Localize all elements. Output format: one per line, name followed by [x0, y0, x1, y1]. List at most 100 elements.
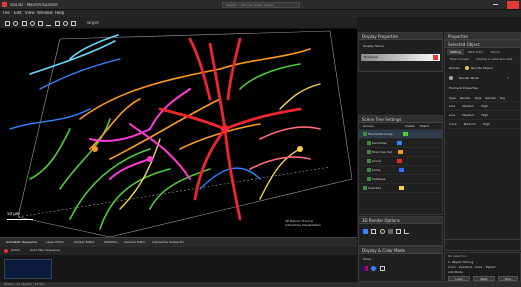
axis-icon[interactable]	[404, 228, 410, 234]
tab-interactive[interactable]: Interactive Subsector	[152, 241, 184, 244]
display-panel-header: Display Properties	[359, 33, 442, 40]
scene-panel-title: Scene Tree Settings	[362, 117, 402, 122]
tab-animation[interactable]: Animation Sequence	[6, 241, 37, 244]
reset-icon[interactable]	[62, 20, 68, 26]
display-label: Display Name	[363, 45, 384, 48]
tab-toolbar-editor[interactable]: Toolbar Editor	[74, 241, 95, 244]
table-row[interactable]: Line Medium High	[447, 111, 520, 120]
tab-setting[interactable]: Setting	[447, 49, 464, 55]
fit-icon[interactable]	[71, 20, 77, 26]
filament-section: Filament Properties	[449, 87, 478, 90]
minimize-icon[interactable]	[493, 4, 498, 5]
side-panel-title: Properties	[448, 34, 469, 39]
load-button[interactable]: Load	[448, 276, 470, 281]
visibility-check[interactable]	[363, 186, 367, 190]
scene-col-groups: Groups	[363, 124, 374, 128]
properties-title: Selected Object	[448, 42, 480, 47]
scene-columns: Groups Visible Object	[359, 123, 442, 130]
status-bar: Ready | 12 objects | 54 fps	[0, 282, 521, 287]
record-icon[interactable]	[4, 249, 8, 253]
light-icon[interactable]	[379, 228, 385, 234]
side-line-b: Color - Gradient - Color - Export	[448, 266, 496, 269]
side-panel-header: Properties	[445, 33, 520, 40]
properties-tabs: Setting Path Color Tracer	[447, 49, 520, 55]
scene-panel-header: Scene Tree Settings	[359, 116, 442, 123]
scene-row[interactable]: Axons	[359, 157, 442, 166]
tab-tracer[interactable]: Tracer	[488, 49, 503, 55]
subtab-fiber[interactable]: Fiber Groups	[447, 56, 472, 62]
menu-bar: File Edit View Window Help	[0, 10, 521, 17]
visibility-check[interactable]	[363, 132, 367, 136]
menu-item-file[interactable]: File	[3, 11, 10, 15]
render-panel: 3D Render Options	[358, 216, 443, 246]
3d-viewport[interactable]: 50 µm 3D Neuron Tracing Interactive Visu…	[0, 29, 357, 237]
palette-icon[interactable]	[371, 265, 377, 271]
bottom-label-b: Auto Play Sequence	[30, 249, 60, 252]
measure-icon[interactable]	[46, 21, 52, 26]
render-toggle-icon[interactable]	[465, 66, 469, 70]
user-icon	[449, 76, 453, 80]
color-chip[interactable]	[397, 150, 403, 154]
scene-row[interactable]: Branches Set	[359, 148, 442, 157]
scene-row[interactable]: Subtrees	[359, 175, 442, 184]
shade-icon[interactable]	[387, 228, 393, 234]
select-icon[interactable]	[38, 20, 44, 26]
display-item[interactable]: Filaments	[361, 54, 440, 61]
color-chip[interactable]	[396, 141, 402, 145]
rotate-icon[interactable]	[13, 20, 19, 26]
bright-panel: Display & Color Mode Tones	[358, 246, 443, 282]
search-placeholder: Search ... Preview Graph Viewer	[226, 4, 275, 7]
subtab-display[interactable]: Display in selected cells	[473, 56, 515, 62]
timeline-area[interactable]	[0, 255, 357, 282]
display-color-swatch[interactable]	[433, 55, 438, 60]
visibility-check[interactable]	[367, 159, 371, 163]
render-icon-row	[362, 228, 410, 234]
color-chip[interactable]	[397, 159, 403, 163]
render-value[interactable]: Neurite Object	[471, 67, 493, 70]
grid-icon[interactable]	[396, 228, 402, 234]
color-chip[interactable]	[402, 132, 408, 136]
menu-item-view[interactable]: View	[25, 11, 35, 15]
zoom-icon[interactable]	[29, 20, 35, 26]
scene-col-visible: Visible	[404, 124, 415, 128]
tab-statistics[interactable]: Statistics	[104, 241, 118, 244]
scene-row[interactable]: Selected	[359, 184, 442, 193]
pointer-icon[interactable]	[5, 20, 10, 26]
menu-item-edit[interactable]: Edit	[14, 11, 22, 15]
table-row[interactable]: Cone Medium High	[447, 120, 520, 129]
filament-table: Type Render Type Render Rig Line Medium …	[447, 95, 520, 129]
stop-button[interactable]: Stop	[498, 276, 518, 281]
snapshot-icon[interactable]	[54, 20, 60, 26]
visibility-check[interactable]	[367, 141, 371, 145]
menu-item-window[interactable]: Window	[37, 11, 53, 15]
neurite-layer-blue	[9, 58, 261, 190]
scene-row[interactable]: Filaments Group	[359, 130, 442, 139]
scene-col-object: Object	[419, 124, 430, 128]
wire-icon[interactable]	[371, 228, 377, 234]
table-row[interactable]: Line Medium High	[447, 102, 520, 111]
contrast-icon[interactable]	[379, 265, 385, 271]
toolbar-target-label: Target:	[86, 21, 100, 25]
color-chip[interactable]	[399, 186, 405, 190]
bright-label: Tones	[363, 258, 372, 261]
scene-row[interactable]: Dendrites	[359, 139, 442, 148]
next-button[interactable]: Next	[473, 276, 495, 281]
tab-path-color[interactable]: Path Color	[465, 49, 486, 55]
visibility-check[interactable]	[367, 168, 371, 172]
scene-row[interactable]: Soma	[359, 166, 442, 175]
scale-bar	[7, 219, 33, 220]
close-button[interactable]	[507, 1, 519, 9]
tab-layer-editor[interactable]: Layer Editor	[46, 241, 64, 244]
properties-subtabs: Fiber Groups Display in selected cells	[447, 56, 520, 62]
visibility-check[interactable]	[367, 177, 371, 181]
visibility-check[interactable]	[367, 150, 371, 154]
search-box[interactable]: Search ... Preview Graph Viewer	[222, 2, 300, 8]
tab-camera-editor[interactable]: Camera Editor	[124, 241, 146, 244]
bright-panel-title: Display & Color Mode	[362, 248, 406, 253]
solid-icon[interactable]	[363, 228, 368, 234]
menu-item-help[interactable]: Help	[55, 11, 64, 15]
pan-icon[interactable]	[21, 20, 27, 26]
color-ramp-icon[interactable]	[363, 265, 368, 271]
mode-value: ?	[507, 77, 509, 80]
color-chip[interactable]	[398, 168, 404, 172]
